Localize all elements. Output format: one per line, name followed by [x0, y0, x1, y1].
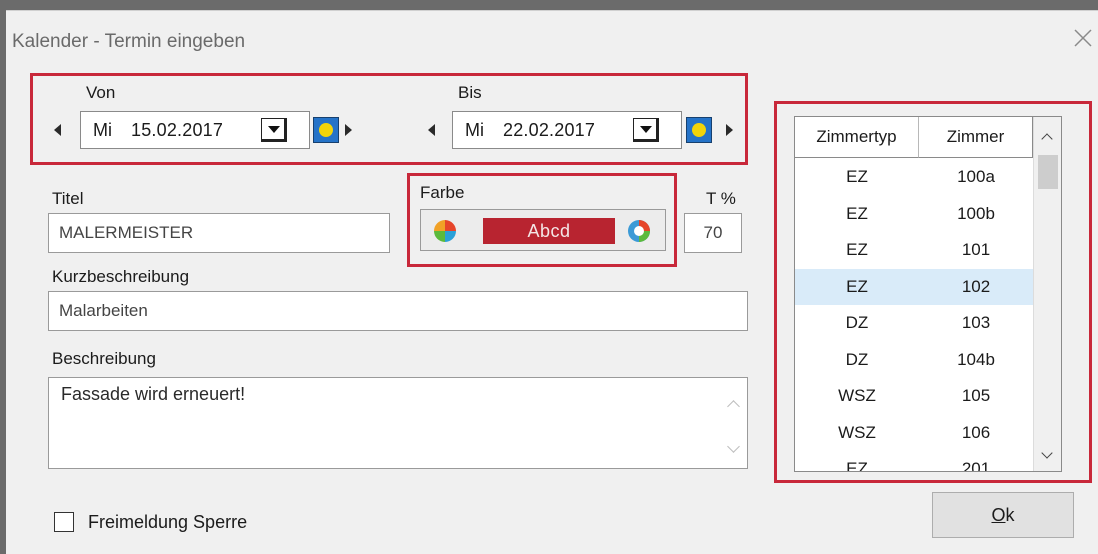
rooms-scrollbar[interactable] [1033, 117, 1061, 471]
von-prev-arrow-icon[interactable] [54, 124, 61, 136]
cell-zimmertyp: DZ [845, 349, 869, 369]
bis-dropdown-icon[interactable] [633, 118, 659, 142]
color-swatch[interactable]: Abcd [483, 218, 615, 244]
cell-zimmertyp: EZ [846, 276, 868, 296]
title-bar: Kalender - Termin eingeben [6, 11, 1098, 63]
ok-label-rest: k [1005, 504, 1015, 525]
table-row[interactable]: WSZ 105 [795, 378, 1033, 415]
table-row[interactable]: WSZ 106 [795, 415, 1033, 452]
cell-zimmer: 106 [961, 422, 991, 442]
close-icon[interactable] [1072, 27, 1094, 49]
freimeldung-label: Freimeldung Sperre [88, 512, 248, 532]
beschreibung-label: Beschreibung [52, 349, 156, 368]
von-date-picker[interactable]: Mi 15.02.2017 [80, 111, 310, 149]
freimeldung-checkbox[interactable] [54, 512, 74, 532]
color-reset-icon[interactable] [627, 219, 651, 243]
table-row[interactable]: DZ 104b [795, 342, 1033, 379]
window-title: Kalender - Termin eingeben [12, 31, 246, 52]
bis-date: 22.02.2017 [503, 119, 596, 140]
beschreibung-text: Fassade wird erneuert! [61, 384, 246, 404]
table-row[interactable]: EZ 201 [795, 451, 1033, 472]
cell-zimmertyp: EZ [846, 240, 868, 260]
cell-zimmer: 201 [961, 459, 991, 472]
von-dropdown-icon[interactable] [261, 118, 287, 142]
tpercent-label: T % [706, 189, 736, 208]
cell-zimmertyp: EZ [846, 203, 868, 223]
table-row[interactable]: EZ 101 [795, 232, 1033, 269]
rooms-table: Zimmertyp Zimmer EZ 100a EZ 100b EZ 101 EZ 102 D… [794, 116, 1062, 472]
kurz-label: Kurzbeschreibung [52, 267, 190, 286]
cell-zimmer: 101 [961, 240, 991, 260]
kurz-input[interactable]: Malarbeiten [48, 291, 748, 331]
von-weekday: Mi [93, 119, 112, 140]
cell-zimmer: 100b [957, 203, 995, 223]
cell-zimmer: 104b [957, 349, 995, 369]
bis-label: Bis [458, 83, 482, 102]
scroll-down-icon[interactable] [727, 440, 740, 453]
cell-zimmer: 105 [961, 386, 991, 406]
table-row[interactable]: EZ 102 [795, 268, 1033, 305]
cell-zimmertyp: WSZ [838, 422, 876, 442]
table-row[interactable]: EZ 100a [795, 159, 1033, 196]
column-header-zimmertyp[interactable]: Zimmertyp [795, 117, 919, 158]
ok-accelerator: O [991, 504, 1006, 525]
table-row[interactable]: EZ 100b [795, 196, 1033, 233]
rooms-scroll-up-icon[interactable] [1041, 133, 1053, 145]
scroll-up-icon[interactable] [727, 400, 740, 413]
table-row[interactable]: DZ 103 [795, 305, 1033, 342]
von-label: Von [86, 83, 116, 102]
color-wheel-icon[interactable] [433, 219, 457, 243]
beschreibung-textarea[interactable]: Fassade wird erneuert! [48, 377, 748, 469]
cell-zimmer: 100a [957, 167, 995, 187]
titel-input[interactable]: MALERMEISTER [48, 213, 390, 253]
dialog-window: Kalender - Termin eingeben Von Mi 15.02.… [6, 10, 1098, 554]
farbe-label: Farbe [420, 183, 465, 202]
ok-button[interactable]: Ok [932, 492, 1074, 538]
von-date: 15.02.2017 [131, 119, 224, 140]
bis-calendar-icon[interactable] [686, 117, 712, 143]
von-calendar-icon[interactable] [313, 117, 339, 143]
color-picker-box: Abcd [420, 209, 666, 251]
tpercent-input[interactable]: 70 [684, 213, 742, 253]
cell-zimmertyp: DZ [845, 313, 869, 333]
cell-zimmertyp: EZ [846, 459, 868, 472]
cell-zimmer: 102 [961, 276, 991, 296]
cell-zimmertyp: WSZ [838, 386, 876, 406]
cell-zimmer: 103 [961, 313, 991, 333]
bis-next-arrow-icon[interactable] [726, 124, 733, 136]
rooms-scroll-down-icon[interactable] [1041, 447, 1053, 459]
cell-zimmertyp: EZ [846, 167, 868, 187]
bis-prev-arrow-icon[interactable] [428, 124, 435, 136]
column-header-zimmer[interactable]: Zimmer [919, 117, 1033, 158]
bis-weekday: Mi [465, 119, 484, 140]
beschreibung-scrollbar[interactable] [721, 378, 747, 468]
rooms-scroll-thumb[interactable] [1038, 155, 1058, 189]
bis-date-picker[interactable]: Mi 22.02.2017 [452, 111, 682, 149]
titel-label: Titel [52, 189, 84, 208]
von-next-arrow-icon[interactable] [345, 124, 352, 136]
